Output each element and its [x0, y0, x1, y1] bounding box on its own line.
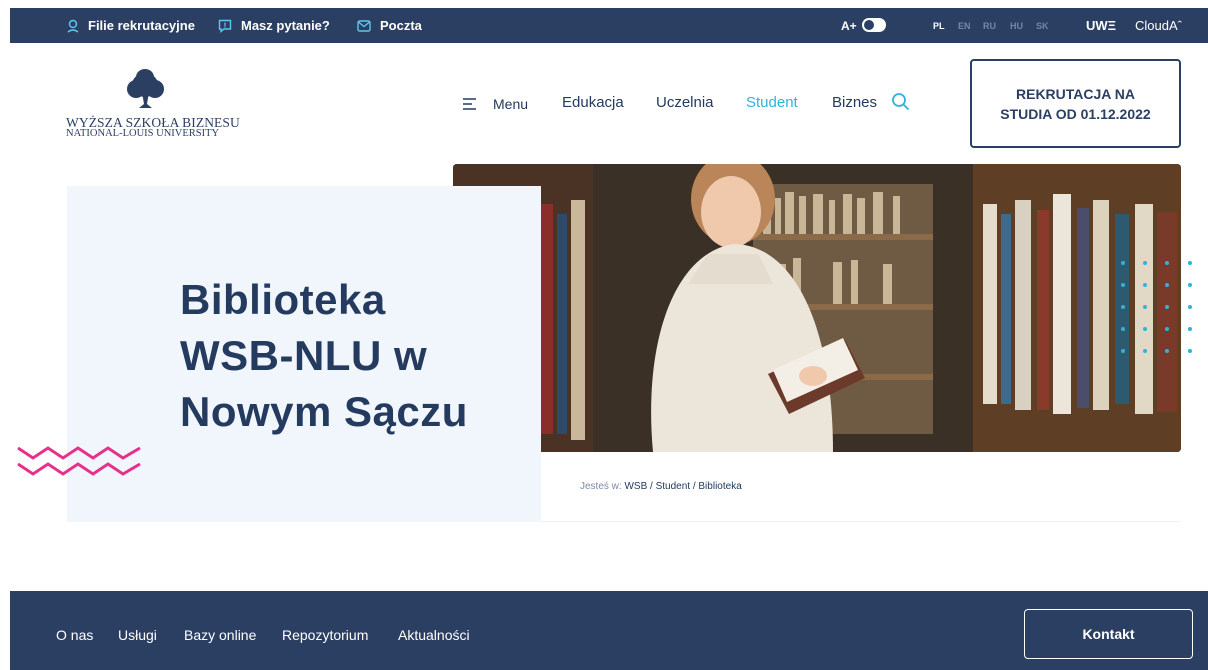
nav-uczelnia[interactable]: Uczelnia	[656, 94, 714, 111]
nav-edukacja[interactable]: Edukacja	[562, 94, 624, 111]
font-size-button[interactable]: A+	[841, 8, 857, 43]
mail-link[interactable]: Poczta	[357, 8, 422, 43]
breadcrumb-divider	[541, 521, 1181, 522]
menu-button[interactable]: Menu	[462, 96, 528, 112]
breadcrumb: Jesteś w: WSB / Student / Biblioteka	[580, 481, 742, 492]
filie-link[interactable]: Filie rekrutacyjne	[67, 8, 195, 43]
footer-nav-uslugi[interactable]: Usługi	[118, 627, 157, 643]
breadcrumb-path[interactable]: WSB / Student / Biblioteka	[624, 481, 741, 492]
lang-pl[interactable]: PL	[933, 8, 945, 43]
lang-en[interactable]: EN	[958, 8, 971, 43]
logo-line2: NATIONAL-LOUIS UNIVERSITY	[66, 128, 220, 139]
footer-nav-o-nas[interactable]: O nas	[56, 627, 93, 643]
recruitment-button[interactable]: REKRUTACJA NA STUDIA OD 01.12.2022	[970, 59, 1181, 148]
mail-icon	[357, 19, 371, 32]
cloud-link[interactable]: CloudAˆ	[1135, 8, 1182, 43]
footer-nav-repozytorium[interactable]: Repozytorium	[282, 627, 368, 643]
tree-logo-icon	[127, 69, 164, 108]
nav-student[interactable]: Student	[746, 94, 798, 111]
library-illustration	[453, 164, 1181, 452]
lang-ru[interactable]: RU	[983, 8, 996, 43]
mail-label: Poczta	[380, 18, 422, 33]
menu-label: Menu	[493, 96, 529, 112]
chat-question-icon: !	[218, 19, 232, 33]
uwe-link[interactable]: UWΞ	[1086, 8, 1116, 43]
hamburger-icon	[463, 98, 476, 110]
search-button[interactable]	[891, 92, 911, 117]
nav-biznes[interactable]: Biznes	[832, 94, 877, 111]
footer-nav-aktualnosci[interactable]: Aktualności	[398, 627, 470, 643]
breadcrumb-prefix: Jesteś w:	[580, 481, 622, 492]
footer-nav-bazy-online[interactable]: Bazy online	[184, 627, 256, 643]
svg-text:!: !	[223, 21, 226, 29]
lang-sk[interactable]: SK	[1036, 8, 1049, 43]
page-title: Biblioteka WSB-NLU w Nowym Sączu	[180, 276, 468, 435]
lang-hu[interactable]: HU	[1010, 8, 1023, 43]
contact-button[interactable]: Kontakt	[1024, 609, 1193, 659]
zigzag-decoration-icon	[17, 446, 141, 476]
filie-label: Filie rekrutacyjne	[88, 18, 195, 33]
dot-grid-decoration-icon	[1121, 261, 1192, 353]
contrast-toggle[interactable]	[862, 18, 886, 32]
search-icon	[892, 93, 910, 111]
question-link[interactable]: ! Masz pytanie?	[218, 8, 330, 43]
location-pin-icon	[67, 19, 79, 33]
question-label: Masz pytanie?	[241, 18, 330, 33]
hero-library-photo	[453, 164, 1181, 452]
